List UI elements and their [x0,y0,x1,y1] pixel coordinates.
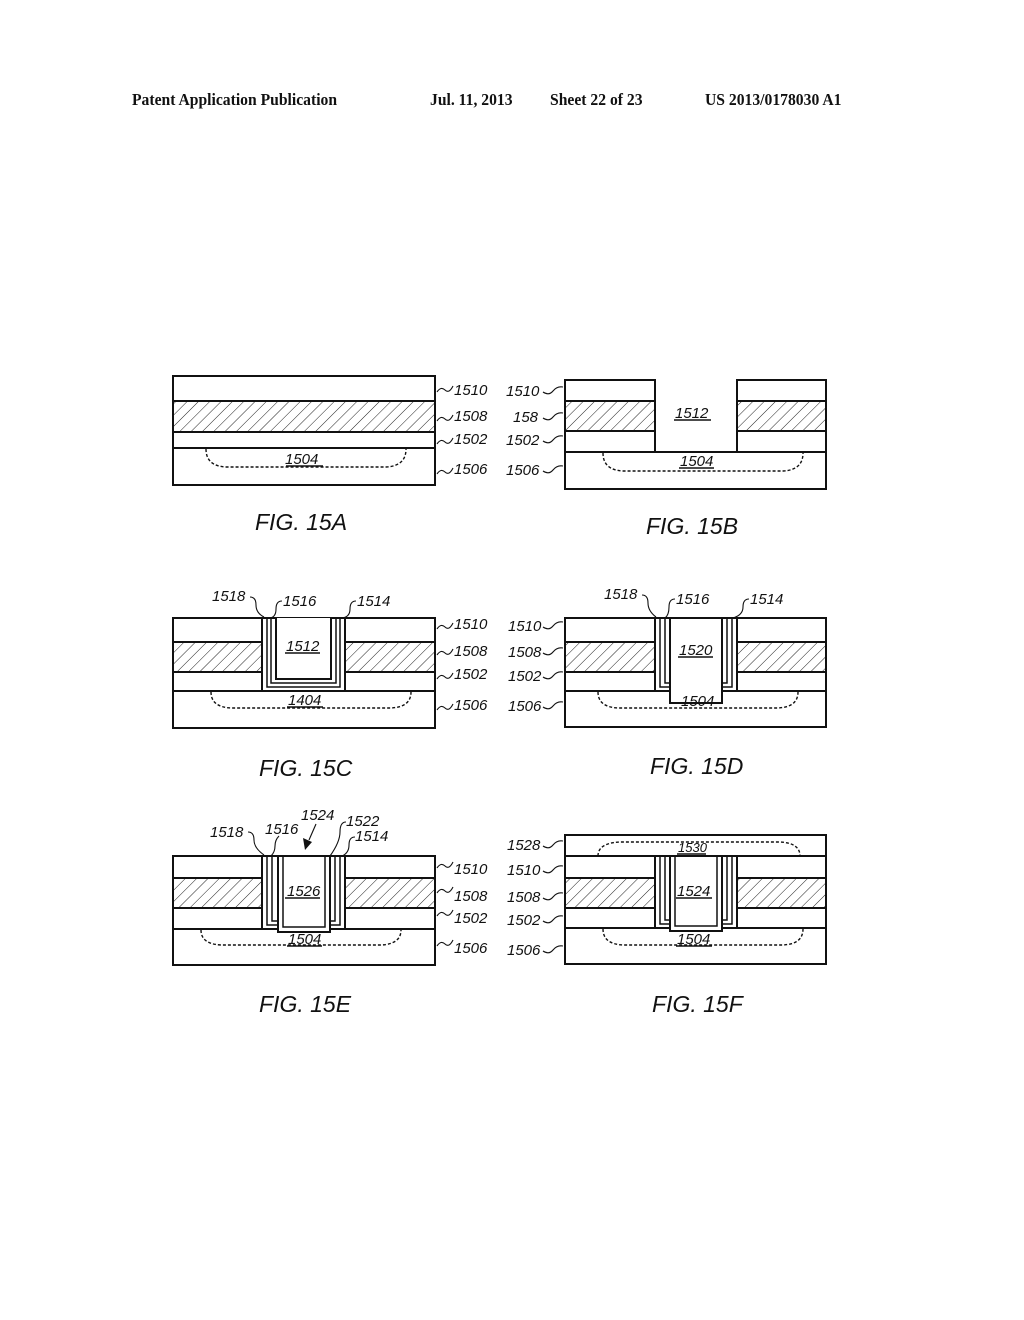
ref-1516: 1516 [676,591,710,608]
ref-1506: 1506 [507,942,541,959]
fig-15f: 1530 1524 1504 1528 1510 1508 1502 1506 … [507,834,827,1017]
ref-1514: 1514 [750,591,783,608]
ref-1510: 1510 [506,383,540,400]
ref-1510: 1510 [508,618,542,635]
ref-1510: 1510 [507,862,541,879]
ref-1518: 1518 [212,588,246,605]
ref-1502: 1502 [506,432,540,449]
plug-1520 [669,618,723,704]
ref-1502: 1502 [507,912,541,929]
ref-1508: 1508 [508,644,542,661]
ref-1508: 1508 [454,643,488,660]
ref-1504: 1504 [681,693,714,710]
ref-1508: 1508 [454,888,488,905]
ref-1506: 1506 [508,698,542,715]
ref-1516: 1516 [265,821,299,838]
ref-1514: 1514 [355,828,388,845]
stack-outline [564,379,827,490]
ref-1506: 1506 [454,461,488,478]
ref-1506: 1506 [506,462,540,479]
ref-1502: 1502 [508,668,542,685]
ref-1508: 1508 [454,408,488,425]
fig-15a: 1504 1510 1508 1502 1506 FIG. 15A [172,375,488,535]
fig-15b: 1512 1504 1510 158 1502 1506 FIG. 15B [506,379,827,539]
caption-fig-15a: FIG. 15A [255,509,347,535]
ref-1506: 1506 [454,697,488,714]
ref-1502: 1502 [454,666,488,683]
ref-1502: 1502 [454,910,488,927]
ref-1510: 1510 [454,382,488,399]
ref-1518: 1518 [604,586,638,603]
ref-1530: 1530 [678,840,708,855]
layer-1508-hatched [173,401,435,432]
fig-15e: 1526 1504 1518 1516 1524 1522 1514 1510 … [172,807,488,1017]
fig-15d: 1520 1504 1518 1516 1514 1510 1508 1502 … [508,586,827,779]
caption-fig-15d: FIG. 15D [650,753,743,779]
ref-158: 158 [513,409,539,426]
caption-fig-15f: FIG. 15F [652,991,745,1017]
caption-fig-15b: FIG. 15B [646,513,738,539]
ref-1516: 1516 [283,593,317,610]
fig-15c: 1512 1404 1518 1516 1514 1510 1508 1502 … [172,588,488,781]
ref-1508: 1508 [507,889,541,906]
figure-sheet: 1504 1510 1508 1502 1506 FIG. 15A 1512 1… [172,375,827,1017]
ref-1506: 1506 [454,940,488,957]
arrow-1524-icon [303,838,312,850]
stack-outline [172,855,436,966]
caption-fig-15e: FIG. 15E [259,991,352,1017]
caption-fig-15c: FIG. 15C [259,755,353,781]
ref-1514: 1514 [357,593,390,610]
ref-1524: 1524 [301,807,334,824]
ref-1510: 1510 [454,861,488,878]
ref-1528: 1528 [507,837,541,854]
ref-1518: 1518 [210,824,244,841]
ref-1510: 1510 [454,616,488,633]
ref-1502: 1502 [454,431,488,448]
